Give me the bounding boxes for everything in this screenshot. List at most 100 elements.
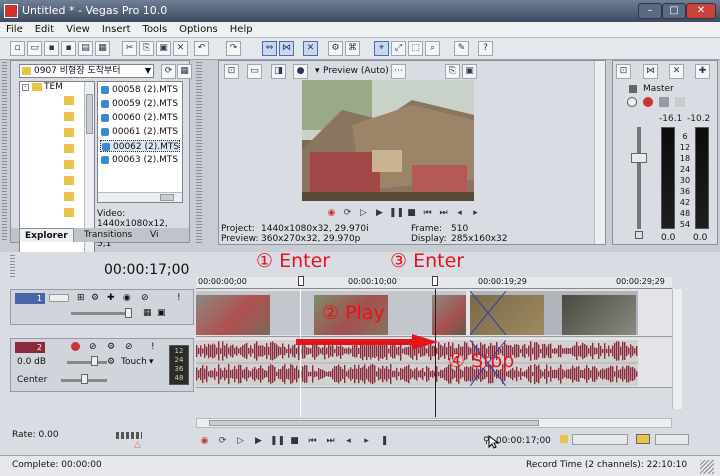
- go-to-start-icon[interactable]: ⏮: [306, 435, 319, 447]
- properties-icon[interactable]: ▦: [95, 41, 110, 56]
- external-monitor-icon[interactable]: ▭: [247, 64, 262, 79]
- menu-file[interactable]: File: [0, 22, 29, 35]
- dim-output-icon[interactable]: ⊡: [616, 64, 631, 79]
- grid-icon[interactable]: ⋯: [391, 64, 406, 79]
- selection-length-field[interactable]: [572, 434, 628, 445]
- open-project-icon[interactable]: ▭: [27, 41, 42, 56]
- panel-splitter[interactable]: [196, 62, 202, 245]
- track-envelope-icon[interactable]: ▣: [157, 308, 166, 318]
- lock-envelopes-icon[interactable]: ⚙: [328, 41, 343, 56]
- selection-end-field[interactable]: [655, 434, 689, 445]
- save-icon[interactable]: ▪: [44, 41, 59, 56]
- track-fx-icon[interactable]: ⚙: [91, 293, 99, 303]
- loop-playback-icon[interactable]: ⟳: [216, 435, 229, 447]
- rate-slider[interactable]: [116, 432, 142, 439]
- what-is-this-icon[interactable]: ✎: [454, 41, 469, 56]
- folder-icon[interactable]: [64, 160, 74, 169]
- copy-snapshot-icon[interactable]: ⎘: [445, 64, 460, 79]
- folder-icon[interactable]: [64, 144, 74, 153]
- volume-slider-thumb[interactable]: [91, 356, 98, 366]
- arm-record-icon[interactable]: [71, 342, 80, 351]
- maximize-button[interactable]: □: [662, 3, 686, 19]
- list-item[interactable]: 00060 (2).MTS: [100, 112, 178, 124]
- scrollbar-thumb[interactable]: [160, 194, 174, 201]
- solo-track-icon[interactable]: !: [177, 293, 181, 303]
- scrollbar-thumb[interactable]: [86, 94, 93, 134]
- tab-video-fx[interactable]: Vi: [145, 228, 163, 242]
- track-motion-icon[interactable]: ⊞: [77, 293, 85, 303]
- play-icon[interactable]: ▶: [373, 207, 386, 219]
- previous-frame-icon[interactable]: ◂: [453, 207, 466, 219]
- master-solo-icon[interactable]: [675, 97, 685, 107]
- marker-enter-3[interactable]: [432, 276, 438, 286]
- menu-view[interactable]: View: [60, 22, 96, 35]
- master-fx-chain-icon[interactable]: [643, 97, 653, 107]
- list-item-selected[interactable]: 00062 (2).MTS: [100, 140, 181, 152]
- redo-icon[interactable]: ↷: [226, 41, 241, 56]
- play-from-start-icon[interactable]: ▷: [357, 207, 370, 219]
- dock-grip[interactable]: [2, 62, 7, 242]
- normal-edit-tool-icon[interactable]: ⌖: [374, 41, 389, 56]
- compositing-mode-icon[interactable]: ✚: [107, 293, 115, 303]
- master-fx-icon[interactable]: ⋈: [643, 64, 658, 79]
- record-icon[interactable]: ◉: [325, 207, 338, 219]
- go-to-end-icon[interactable]: ⏭: [324, 435, 337, 447]
- stop-icon[interactable]: ■: [288, 435, 301, 447]
- lock-icon[interactable]: [635, 231, 643, 239]
- video-track-header[interactable]: 1 ⊞ ⚙ ✚ ◉ ⊘ ! ▦ ▣: [10, 289, 194, 325]
- composite-parent-icon[interactable]: ◉: [123, 293, 131, 303]
- level-slider-thumb[interactable]: [125, 308, 132, 318]
- close-button[interactable]: ✕: [686, 3, 716, 19]
- envelope-edit-tool-icon[interactable]: ⤢: [391, 41, 406, 56]
- new-project-icon[interactable]: ▫: [10, 41, 25, 56]
- vegas-app-icon[interactable]: [4, 4, 18, 18]
- folder-icon[interactable]: [64, 192, 74, 201]
- tree-item-label[interactable]: TEM: [44, 82, 63, 92]
- dock-grip[interactable]: [10, 255, 15, 277]
- mute-track-icon[interactable]: ⊘: [141, 293, 149, 303]
- automation-mode-dropdown[interactable]: Touch: [121, 357, 147, 367]
- shuttle-icon[interactable]: ❚: [378, 435, 391, 447]
- timecode-display[interactable]: 00:00:17;00: [104, 262, 189, 278]
- pan-slider-thumb[interactable]: [81, 374, 88, 384]
- next-frame-icon[interactable]: ▸: [469, 207, 482, 219]
- refresh-icon[interactable]: ⟳: [161, 64, 176, 79]
- master-mute-icon[interactable]: [627, 97, 637, 107]
- auto-ripple-icon[interactable]: ⋈: [279, 41, 294, 56]
- auto-crossfade-icon[interactable]: ✕: [303, 41, 318, 56]
- volume-slider[interactable]: [67, 361, 107, 364]
- pause-icon[interactable]: ❚❚: [389, 207, 404, 219]
- menu-options[interactable]: Options: [173, 22, 224, 35]
- ignore-grouping-icon[interactable]: ⌘: [345, 41, 360, 56]
- resize-grip[interactable]: [700, 460, 714, 474]
- previous-frame-icon[interactable]: ◂: [342, 435, 355, 447]
- folder-icon[interactable]: [64, 112, 74, 121]
- list-item[interactable]: 00063 (2).MTS: [100, 154, 178, 166]
- master-automation-icon[interactable]: [659, 97, 669, 107]
- menu-tools[interactable]: Tools: [137, 22, 174, 35]
- record-icon[interactable]: ◉: [198, 435, 211, 447]
- save-as-icon[interactable]: ▪: [61, 41, 76, 56]
- explorer-views-icon[interactable]: ▦: [177, 64, 192, 79]
- tab-transitions[interactable]: Transitions: [79, 228, 137, 242]
- collapse-icon[interactable]: -: [22, 84, 29, 91]
- next-frame-icon[interactable]: ▸: [360, 435, 373, 447]
- add-bus-icon[interactable]: ✚: [695, 64, 710, 79]
- menu-edit[interactable]: Edit: [29, 22, 60, 35]
- minimize-button[interactable]: –: [638, 3, 662, 19]
- audio-track-header[interactable]: 2 ⊘ ⚙ ⊘ ! 0.0 dB ⚙ Touch ▾ Center 12 24 …: [10, 338, 194, 392]
- file-list-scrollbar[interactable]: [98, 192, 182, 202]
- split-screen-icon[interactable]: ◨: [271, 64, 286, 79]
- chevron-down-icon[interactable]: ▾: [315, 66, 320, 76]
- pause-icon[interactable]: ❚❚: [270, 435, 285, 447]
- folder-icon[interactable]: [64, 176, 74, 185]
- folder-icon[interactable]: [64, 208, 74, 217]
- solo-track-icon[interactable]: !: [151, 342, 155, 352]
- path-dropdown[interactable]: 0907 비형장 도착부터 ▼: [19, 64, 154, 78]
- downmix-icon[interactable]: ✕: [669, 64, 684, 79]
- folder-icon[interactable]: [64, 96, 74, 105]
- mute-track-icon[interactable]: ⊘: [125, 342, 133, 352]
- preview-scrollbar[interactable]: [594, 61, 605, 244]
- folder-icon[interactable]: [64, 128, 74, 137]
- menu-insert[interactable]: Insert: [96, 22, 137, 35]
